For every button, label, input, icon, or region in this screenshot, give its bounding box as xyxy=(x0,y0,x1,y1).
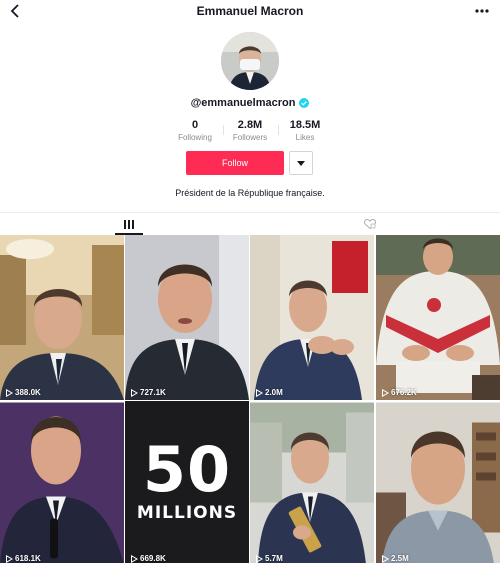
view-count-text: 676.2K xyxy=(391,388,417,397)
overlay-word: MILLIONS xyxy=(136,503,238,523)
play-icon xyxy=(256,388,263,397)
video-thumbnail[interactable]: 2.0M xyxy=(250,235,374,400)
view-count: 727.1K xyxy=(130,388,166,397)
likes-stat[interactable]: 18.5M Likes xyxy=(277,119,333,142)
play-icon xyxy=(382,388,389,397)
view-count-text: 618.1K xyxy=(15,554,41,563)
view-count: 5.7M xyxy=(255,554,283,563)
caret-down-icon xyxy=(297,160,305,166)
video-frame xyxy=(125,235,249,400)
video-thumbnail[interactable]: 676.2K xyxy=(376,235,500,400)
page-title: Emmanuel Macron xyxy=(196,4,304,18)
following-stat[interactable]: 0 Following xyxy=(168,119,223,142)
view-count: 2.0M xyxy=(255,388,283,397)
video-frame xyxy=(376,402,500,563)
likes-label: Likes xyxy=(295,133,315,142)
video-frame xyxy=(0,402,124,563)
avatar-image xyxy=(221,32,279,90)
view-count-text: 2.5M xyxy=(391,554,409,563)
followers-label: Followers xyxy=(232,133,268,142)
view-count: 618.1K xyxy=(5,554,41,563)
profile-bio: Président de la République française. xyxy=(175,188,325,198)
more-options-button[interactable] xyxy=(472,3,492,19)
play-icon xyxy=(6,388,13,397)
follow-button[interactable]: Follow xyxy=(186,151,284,175)
suggested-accounts-button[interactable] xyxy=(289,151,313,175)
profile-stats: 0 Following 2.8M Followers 18.5M Likes xyxy=(0,119,500,142)
play-icon xyxy=(382,554,389,563)
video-frame xyxy=(250,402,374,563)
view-count-text: 727.1K xyxy=(140,388,166,397)
video-thumbnail[interactable]: 5.7M xyxy=(250,401,374,563)
username: @emmanuelmacron xyxy=(190,97,296,109)
video-frame xyxy=(250,235,374,400)
liked-heart-icon xyxy=(364,219,376,229)
play-icon xyxy=(6,554,13,563)
video-frame xyxy=(0,235,124,400)
view-count-text: 669.8K xyxy=(140,554,166,563)
view-count: 676.2K xyxy=(381,388,417,397)
following-label: Following xyxy=(178,133,212,142)
likes-count: 18.5M xyxy=(289,119,321,131)
video-thumbnail[interactable]: 727.1K xyxy=(125,235,249,400)
verified-badge-icon xyxy=(299,98,310,108)
view-count-text: 5.7M xyxy=(265,554,283,563)
view-count: 2.5M xyxy=(381,554,409,563)
followers-count: 2.8M xyxy=(237,119,263,131)
view-count: 388.0K xyxy=(5,388,41,397)
video-grid: 388.0K 727.1K 2.0M 676.2K 618.1K 50 MILL… xyxy=(0,235,500,563)
play-icon xyxy=(131,554,138,563)
following-count: 0 xyxy=(191,119,199,131)
overlay-number: 50 xyxy=(142,433,232,506)
avatar[interactable] xyxy=(221,32,279,90)
followers-stat[interactable]: 2.8M Followers xyxy=(222,119,278,142)
video-frame xyxy=(376,235,500,400)
view-count-text: 2.0M xyxy=(265,388,283,397)
ellipsis-icon xyxy=(475,9,489,13)
view-count: 669.8K xyxy=(130,554,166,563)
video-thumbnail[interactable]: 618.1K xyxy=(0,401,124,563)
video-thumbnail[interactable]: 50 MILLIONS 669.8K xyxy=(125,401,249,563)
tab-videos[interactable] xyxy=(115,213,143,235)
grid-bars-icon xyxy=(124,219,134,229)
username-row: @emmanuelmacron xyxy=(0,97,500,109)
top-bar: Emmanuel Macron xyxy=(0,0,500,24)
video-thumbnail[interactable]: 388.0K xyxy=(0,235,124,400)
play-icon xyxy=(256,554,263,563)
play-icon xyxy=(131,388,138,397)
view-count-text: 388.0K xyxy=(15,388,41,397)
profile-tabs xyxy=(0,213,500,235)
video-thumbnail[interactable]: 2.5M xyxy=(376,401,500,563)
tab-liked[interactable] xyxy=(360,213,380,235)
